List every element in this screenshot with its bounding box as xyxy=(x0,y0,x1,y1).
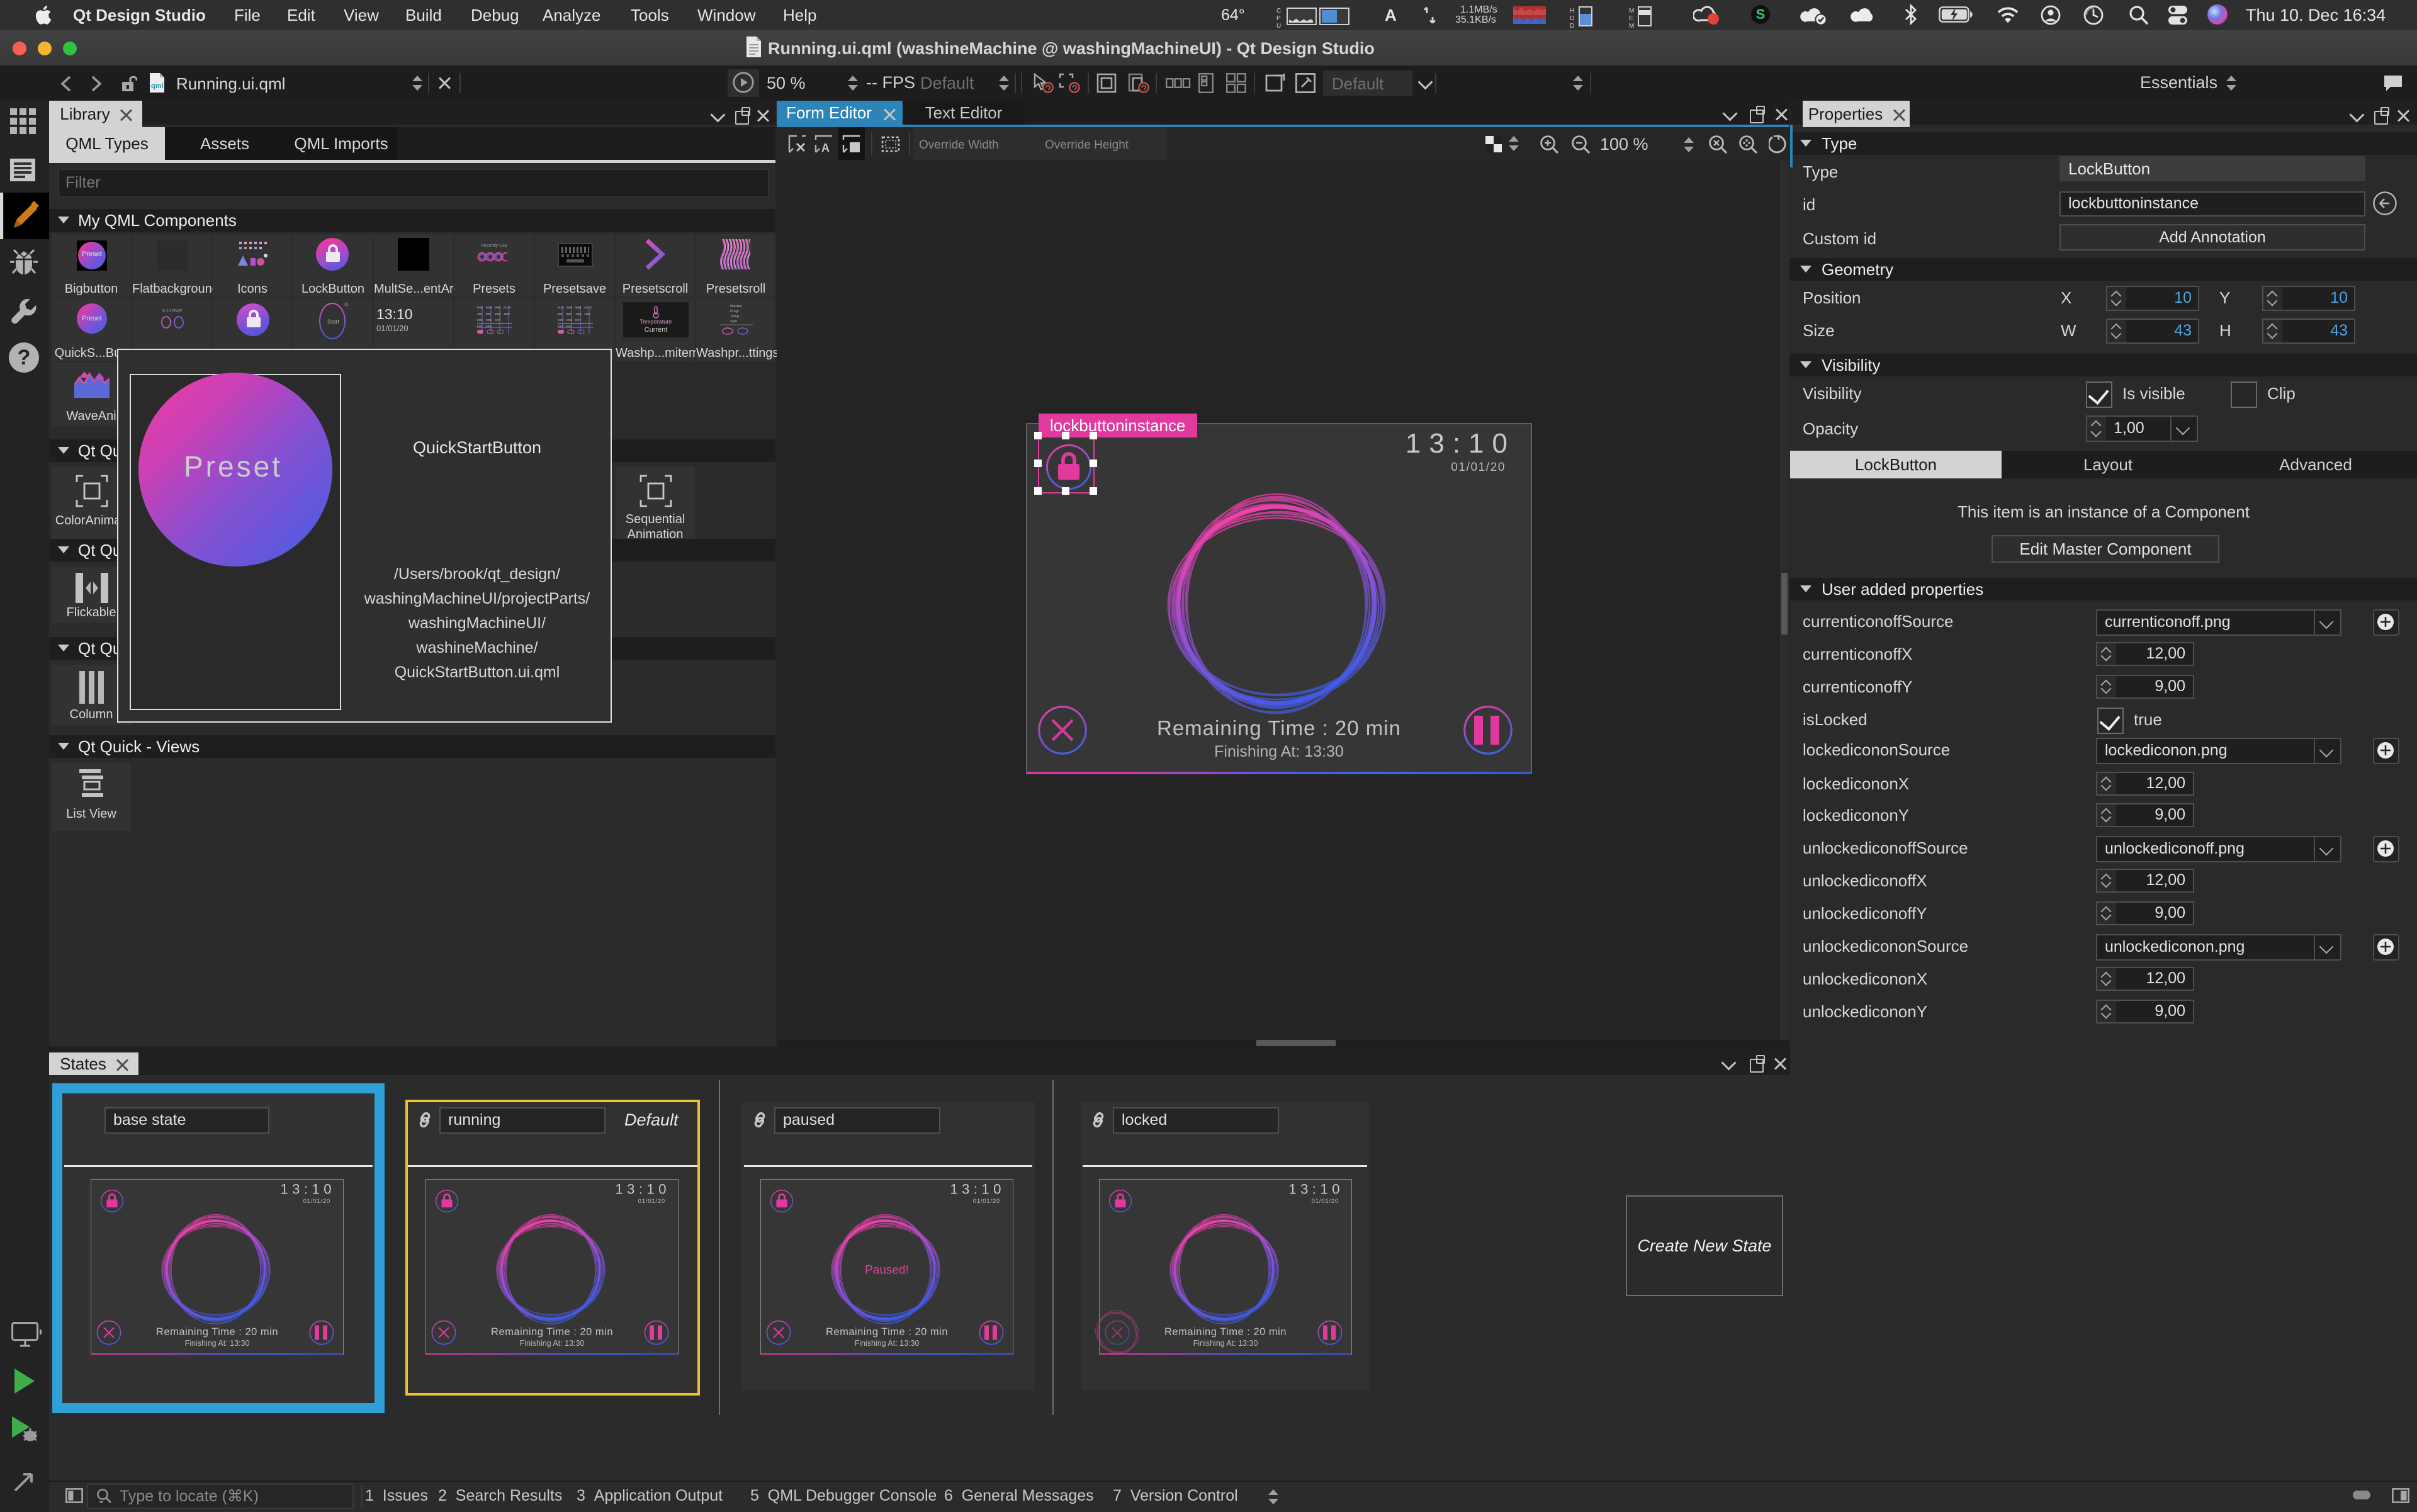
svg-text:KG3: KG3 xyxy=(558,319,563,322)
svg-text:KG7: KG7 xyxy=(495,319,500,322)
svg-text:1000: 1000 xyxy=(495,312,501,315)
svg-text:W90: W90 xyxy=(575,306,582,309)
svg-text:Spin: Spin xyxy=(730,320,737,324)
svg-text:W30: W30 xyxy=(477,306,483,309)
svg-text:W90: W90 xyxy=(495,306,501,309)
svg-text:160: 160 xyxy=(558,312,563,315)
svg-text:E20: E20 xyxy=(477,325,482,328)
svg-text:1200: 1200 xyxy=(584,312,590,315)
svg-text:KG5: KG5 xyxy=(566,319,572,322)
svg-text:KG5: KG5 xyxy=(486,319,492,322)
svg-text:6:10 RWF: 6:10 RWF xyxy=(162,309,182,313)
svg-text:AUTO: AUTO xyxy=(584,306,592,309)
svg-text:A: A xyxy=(821,142,830,154)
svg-text:KG7: KG7 xyxy=(575,319,581,322)
svg-text:W60: W60 xyxy=(486,306,492,309)
svg-text:800: 800 xyxy=(566,312,572,315)
svg-text:1200: 1200 xyxy=(504,312,510,315)
svg-text:W30: W30 xyxy=(558,306,564,309)
svg-text:Recently Used Presets: Recently Used Presets xyxy=(481,244,507,248)
svg-text:W60: W60 xyxy=(566,306,573,309)
svg-text:Start: Start xyxy=(327,319,340,325)
svg-text:1h: 1h xyxy=(344,303,349,307)
svg-text:Temp...: Temp... xyxy=(730,315,742,319)
svg-text:1000: 1000 xyxy=(575,312,582,315)
svg-text:qml: qml xyxy=(151,82,164,90)
svg-text:Washer: Washer xyxy=(730,305,742,308)
svg-text:E40: E40 xyxy=(566,325,572,328)
svg-text:Progr...: Progr... xyxy=(730,310,741,313)
svg-text:AUTO: AUTO xyxy=(504,306,512,309)
svg-text:160: 160 xyxy=(477,312,482,315)
svg-text:800: 800 xyxy=(486,312,491,315)
svg-text:E40: E40 xyxy=(486,325,491,328)
svg-text:E20: E20 xyxy=(558,325,563,328)
svg-text:KG3: KG3 xyxy=(477,319,483,322)
